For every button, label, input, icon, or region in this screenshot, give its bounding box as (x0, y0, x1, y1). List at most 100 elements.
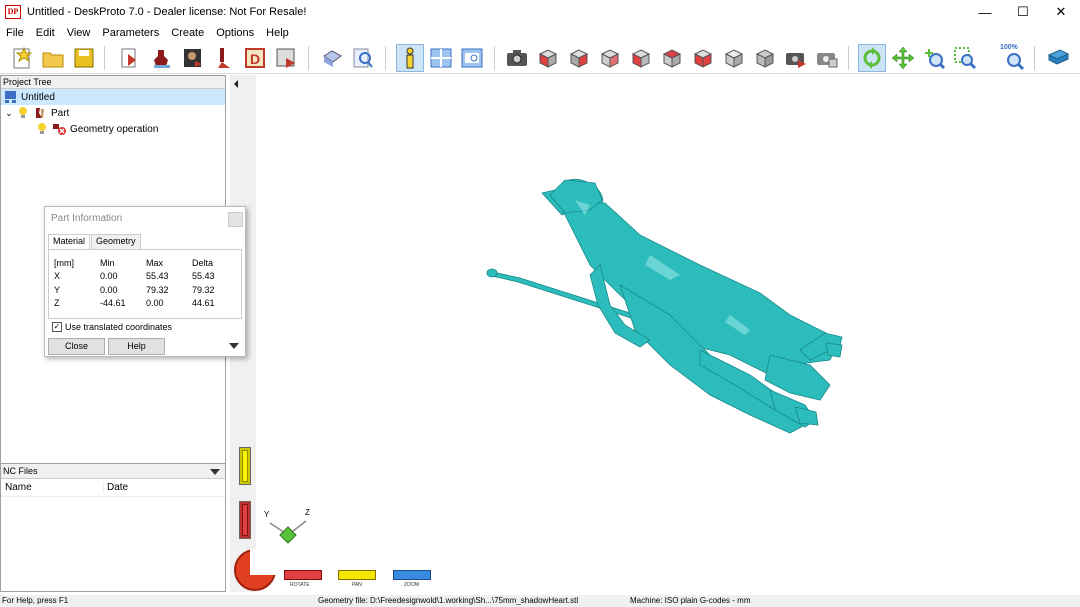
max-value: 0.00 (146, 298, 164, 309)
tree-item-project[interactable]: Untitled (1, 89, 225, 105)
camera-settings-icon (817, 53, 838, 68)
view-iso2-button[interactable] (751, 44, 779, 72)
tree-item-part[interactable]: ⌄ Part (1, 105, 225, 121)
max-value: 79.32 (146, 284, 169, 295)
status-geometry-file: Geometry file: D:\Freedesignwold\1.worki… (318, 596, 579, 605)
table-row: X 0.00 55.43 55.43 (54, 270, 232, 284)
tool-button[interactable] (210, 44, 238, 72)
translated-coordinates-checkbox[interactable]: ✓ Use translated coordinates (52, 322, 172, 332)
lightbulb-icon[interactable] (17, 106, 29, 120)
screen-button[interactable] (458, 44, 486, 72)
menu-parameters[interactable]: Parameters (96, 27, 165, 39)
new-project-button[interactable] (8, 44, 36, 72)
view-back-button[interactable] (565, 44, 593, 72)
info-icon (406, 47, 414, 69)
save-button[interactable] (70, 44, 98, 72)
help-dialog-button[interactable]: Help (108, 338, 165, 355)
app-logo-icon: DP (5, 5, 21, 19)
view-left-button[interactable] (596, 44, 624, 72)
cube-grey-icon (755, 49, 775, 68)
camera-button[interactable] (503, 44, 531, 72)
load-geometry-button[interactable] (116, 44, 144, 72)
tab-material[interactable]: Material (48, 234, 91, 249)
view-bottom-button[interactable] (689, 44, 717, 72)
snapshot-settings-button[interactable] (813, 44, 841, 72)
operation-error-icon (53, 124, 66, 135)
table-row: Z -44.61 0.00 44.61 (54, 297, 232, 311)
minimize-button[interactable]: — (966, 0, 1004, 24)
dialog-title-bar[interactable]: Part Information (45, 207, 245, 231)
zoom-100-button[interactable]: 100% (999, 44, 1027, 72)
menu-create[interactable]: Create (165, 27, 210, 39)
view-right-button[interactable] (627, 44, 655, 72)
pan-mode-slider[interactable] (338, 570, 376, 580)
delta-value: 55.43 (192, 271, 215, 282)
menu-options[interactable]: Options (210, 27, 260, 39)
zoom-mode-button[interactable] (920, 44, 948, 72)
lightbulb-icon[interactable] (36, 122, 48, 136)
3d-viewport[interactable]: Y Z ROTATE PAN ZOOM (230, 75, 1080, 592)
dialog-close-button[interactable] (228, 212, 243, 227)
folder-icon (42, 52, 64, 68)
drawing-button[interactable]: D (241, 44, 269, 72)
menu-help[interactable]: Help (260, 27, 295, 39)
menu-view[interactable]: View (61, 27, 97, 39)
axis-name: Y (54, 284, 61, 295)
rotate-mode-button[interactable] (858, 44, 886, 72)
save-export-icon (276, 48, 295, 68)
nc-files-title: NC Files (3, 466, 38, 476)
axis-z-label: Z (305, 508, 310, 517)
window-layout-button[interactable] (427, 44, 455, 72)
cube-bottom-icon (693, 49, 713, 68)
zoom-window-button[interactable] (951, 44, 979, 72)
open-button[interactable] (39, 44, 67, 72)
min-value: 0.00 (100, 271, 118, 282)
view-iso-button[interactable] (720, 44, 748, 72)
view-top-button[interactable] (658, 44, 686, 72)
simulation-button[interactable] (318, 44, 346, 72)
expand-arrow-icon[interactable] (229, 343, 239, 349)
snapshot-button[interactable] (782, 44, 810, 72)
rotate-mode-slider[interactable] (284, 570, 322, 580)
zoom-mode-slider[interactable] (393, 570, 431, 580)
dropdown-arrow-icon[interactable] (210, 469, 220, 475)
checkmark-icon[interactable]: ✓ (52, 322, 62, 332)
column-name[interactable]: Name (1, 482, 104, 493)
maximize-button[interactable]: ☐ (1004, 0, 1042, 24)
bitmap-button[interactable] (179, 44, 207, 72)
pan-mode-button[interactable] (889, 44, 917, 72)
project-icon (5, 91, 16, 103)
close-dialog-button[interactable]: Close (48, 338, 105, 355)
header-max: Max (146, 257, 164, 268)
book-icon (1047, 49, 1070, 65)
part-icon (36, 108, 44, 118)
close-button[interactable]: ✕ (1042, 0, 1080, 24)
floppy-disk-icon (74, 48, 94, 68)
max-value: 55.43 (146, 271, 169, 282)
column-date[interactable]: Date (104, 482, 128, 493)
delta-value: 79.32 (192, 284, 215, 295)
search-button[interactable] (349, 44, 377, 72)
export-button[interactable] (272, 44, 300, 72)
part-properties-button[interactable] (148, 44, 176, 72)
rotate-slider[interactable] (239, 447, 251, 485)
menu-file[interactable]: File (0, 27, 30, 39)
view-front-button[interactable] (534, 44, 562, 72)
zoom-window-icon (954, 47, 977, 70)
title-bar: DP Untitled - DeskProto 7.0 - Dealer lic… (0, 0, 1080, 24)
cube-top-icon (662, 49, 682, 68)
tree-item-label: Geometry operation (70, 123, 159, 135)
tab-geometry[interactable]: Geometry (91, 234, 141, 249)
menu-edit[interactable]: Edit (30, 27, 61, 39)
rotate-slider-red[interactable] (239, 501, 251, 539)
header-delta: Delta (192, 257, 214, 268)
tree-item-geometry-operation[interactable]: Geometry operation (1, 121, 225, 137)
project-tree-header: Project Tree (1, 76, 225, 89)
manual-button[interactable] (1044, 44, 1072, 72)
new-file-icon (13, 46, 33, 69)
status-machine: Machine: ISO plain G-codes - mm (630, 596, 751, 605)
portrait-icon (184, 49, 202, 67)
cube-iso-icon (724, 49, 744, 68)
chevron-down-icon[interactable]: ⌄ (1, 108, 17, 119)
info-button[interactable] (396, 44, 424, 72)
